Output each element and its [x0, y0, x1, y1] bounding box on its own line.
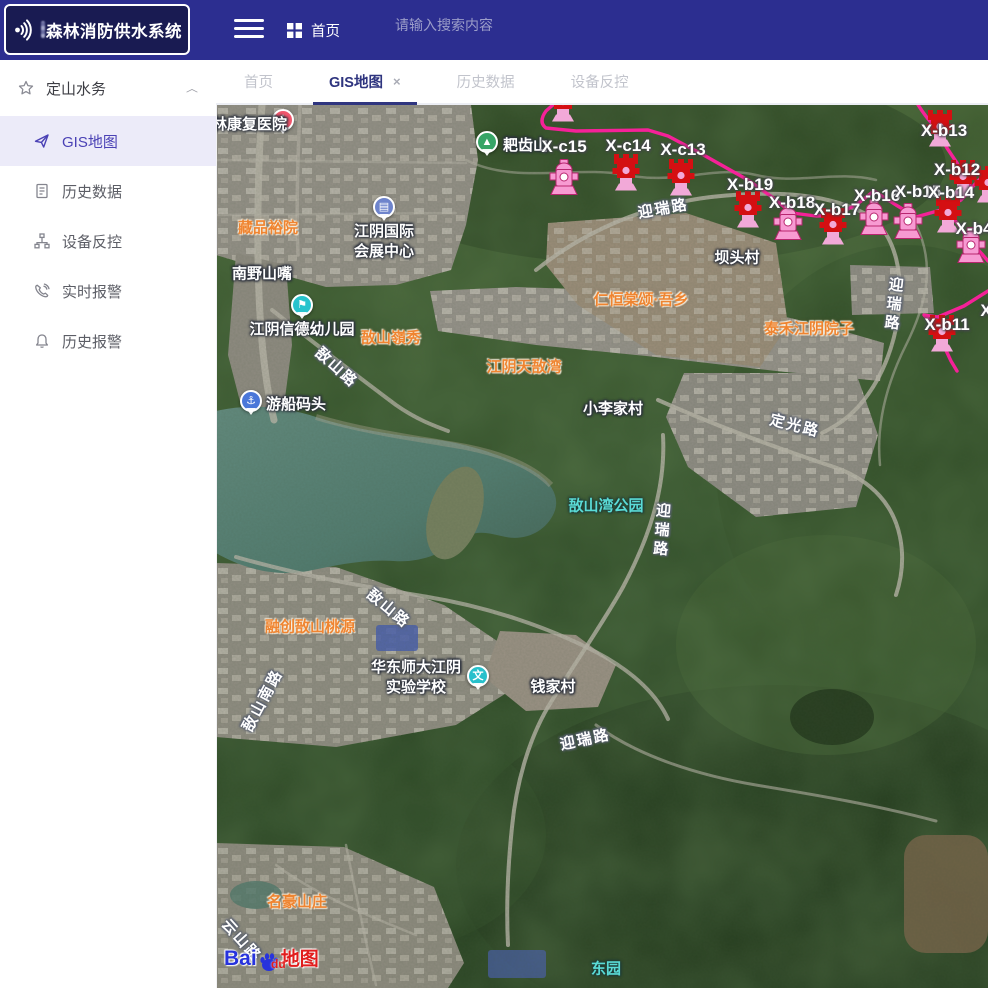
- mountain-icon: ▲: [482, 137, 493, 148]
- hydrant-label-partial: X: [980, 301, 988, 321]
- sidebar-item-gis-map[interactable]: GIS地图: [0, 116, 216, 166]
- hydrant-marker[interactable]: [666, 158, 696, 196]
- area-label: 名豪山庄: [267, 891, 327, 912]
- baidu-attribution: Bai du 地图: [224, 947, 319, 971]
- hydrant-label: X-c14: [605, 136, 650, 156]
- grid-icon: [287, 23, 302, 38]
- area-label: 泰禾江阴院子: [764, 318, 854, 339]
- hydrant-label: X-b11: [924, 315, 969, 335]
- sidebar-item-label: 历史报警: [62, 331, 122, 352]
- hydrant-label: X-b14: [928, 183, 974, 203]
- hydrant-marker[interactable]: [548, 105, 578, 122]
- satellite-basemap: [216, 105, 988, 988]
- poi-label: 江阴信德幼儿园: [249, 318, 354, 339]
- area-label: 藏品裕院: [238, 217, 298, 238]
- bell-icon: [34, 333, 50, 349]
- sidebar-group-label: 定山水务: [46, 78, 106, 99]
- area-label: 敔山嶺秀: [361, 327, 421, 348]
- map-canvas[interactable]: X-c15 X-c14 X-c13 X-b19 X-b18 X-b17 X-b1…: [216, 105, 988, 988]
- search-input[interactable]: [393, 16, 617, 34]
- tab-history-data[interactable]: 历史数据: [429, 60, 543, 103]
- road-label: 迎瑞路: [649, 502, 674, 560]
- baidu-map-text: 地图: [281, 944, 319, 971]
- poi-label-two-line: 江阴国际会展中心: [354, 222, 414, 262]
- mountain-pin[interactable]: ▲: [476, 131, 498, 153]
- app-logo: 森林消防供水系统: [4, 4, 190, 55]
- area-label: 融创敔山桃源: [265, 616, 355, 637]
- hydrant-marker[interactable]: [611, 153, 641, 191]
- app-title: 森林消防供水系统: [46, 18, 182, 42]
- tab-gis-map[interactable]: GIS地图 ×: [301, 60, 429, 103]
- star-icon: [18, 80, 34, 96]
- building-icon: ▤: [379, 202, 389, 213]
- dock-pin[interactable]: ⚓: [240, 390, 262, 412]
- tab-label: GIS地图: [329, 71, 383, 92]
- tab-label: 设备反控: [571, 71, 629, 92]
- village-label: 钱家村: [530, 676, 575, 697]
- tab-device-control[interactable]: 设备反控: [543, 60, 657, 103]
- village-label: 坝头村: [714, 247, 759, 268]
- sidebar-item-realtime-alarm[interactable]: 实时报警: [0, 266, 216, 316]
- app-window: 森林消防供水系统 首页 定山水务 ︿: [0, 0, 988, 988]
- tab-label: 历史数据: [457, 71, 515, 92]
- phone-icon: [34, 283, 50, 299]
- hydrant-label: X-b12: [934, 160, 980, 180]
- header-home-label: 首页: [311, 20, 340, 41]
- hamburger-menu-icon[interactable]: [234, 19, 264, 41]
- kindergarten-pin[interactable]: ⚑: [291, 294, 313, 316]
- hydrant-label: X-b13: [921, 121, 967, 141]
- chevron-up-icon[interactable]: ︿: [186, 81, 198, 95]
- hydrant-label: X-b4: [956, 219, 988, 239]
- top-header: 森林消防供水系统 首页: [0, 0, 988, 60]
- tab-label: 首页: [244, 71, 273, 92]
- hydrant-marker[interactable]: [733, 190, 763, 228]
- sidebar-item-label: 设备反控: [62, 231, 122, 252]
- baidu-logo-du: du: [271, 957, 286, 971]
- document-icon: [34, 183, 50, 199]
- flag-icon: ⚑: [297, 300, 307, 311]
- area-label: 江阴天敔湾: [486, 356, 561, 377]
- redacted-logo-prefix: [41, 21, 45, 38]
- hydrant-label: X-b19: [727, 175, 773, 195]
- sidebar-group-dingshan[interactable]: 定山水务 ︿: [0, 60, 216, 116]
- park-label: 敔山湾公园: [568, 495, 643, 516]
- park-label: 东园: [591, 958, 621, 979]
- tab-bar: 首页 GIS地图 × 历史数据 设备反控: [216, 60, 988, 105]
- sidebar-item-label: GIS地图: [62, 131, 118, 152]
- sidebar-item-device-control[interactable]: 设备反控: [0, 216, 216, 266]
- village-label: 小李家村: [583, 398, 643, 419]
- header-home-button[interactable]: 首页: [287, 20, 340, 41]
- radar-logo-icon: [12, 17, 38, 43]
- poi-label-two-line: 华东师大江阴实验学校: [371, 658, 461, 698]
- hydrant-label: X-c15: [541, 137, 586, 157]
- tab-home[interactable]: 首页: [216, 60, 301, 103]
- poi-label: 游船码头: [266, 393, 326, 414]
- anchor-icon: ⚓: [246, 396, 256, 407]
- hydrant-marker[interactable]: [893, 203, 923, 241]
- convention-center-pin[interactable]: ▤: [373, 196, 395, 218]
- school-pin[interactable]: 文: [467, 665, 489, 687]
- hydrant-label: X-b18: [769, 193, 815, 213]
- baidu-logo-text: Bai: [224, 947, 257, 971]
- sidebar-nav: 定山水务 ︿ GIS地图 历史数据: [0, 60, 217, 988]
- hydrant-label: X-c13: [660, 140, 705, 160]
- sidebar-item-label: 历史数据: [62, 181, 122, 202]
- area-label: 仁恒棠颂·吾乡: [594, 289, 689, 310]
- sidebar-item-label: 实时报警: [62, 281, 122, 302]
- poi-label: 林康复医院: [216, 113, 287, 134]
- school-icon: 文: [473, 671, 484, 682]
- sitemap-icon: [34, 233, 50, 249]
- village-label: 南野山嘴: [232, 263, 292, 284]
- close-icon[interactable]: ×: [393, 74, 401, 89]
- hydrant-label: X-b16: [854, 186, 900, 206]
- header-search: [393, 16, 613, 35]
- sidebar-item-history-alarm[interactable]: 历史报警: [0, 316, 216, 366]
- send-icon: [34, 133, 50, 149]
- hydrant-marker[interactable]: [549, 159, 579, 197]
- sidebar-item-history-data[interactable]: 历史数据: [0, 166, 216, 216]
